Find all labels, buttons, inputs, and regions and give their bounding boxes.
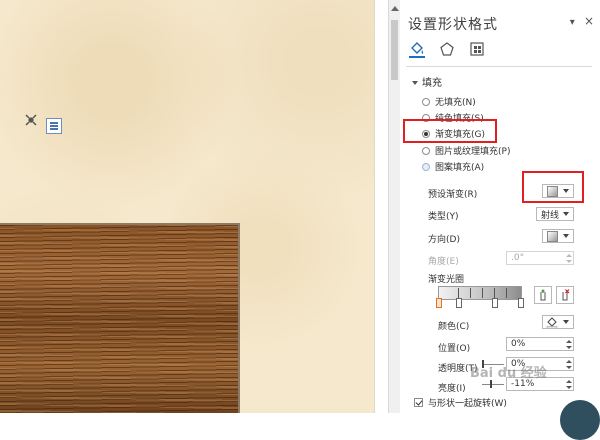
pane-options-icon[interactable]: ▾ (570, 17, 575, 28)
size-properties-icon[interactable] (468, 40, 486, 58)
fill-section-header[interactable]: 填充 (412, 74, 442, 89)
chevron-down-icon (563, 234, 569, 238)
paint-bucket-icon (546, 316, 558, 328)
brightness-slider-thumb[interactable] (490, 380, 492, 388)
type-dropdown[interactable]: 射线 (536, 207, 574, 221)
gradient-stop[interactable] (456, 298, 462, 308)
format-shape-pane: 设置形状格式 ▾ × 填充 无填充(N) 纯色填充(S) 渐变填充(G) 图片或… (400, 0, 600, 413)
gradient-stops-bar[interactable] (438, 286, 522, 300)
checkbox-box (414, 398, 423, 407)
stop-tick (482, 288, 483, 298)
no-fill-radio[interactable]: 无填充(N) (422, 95, 476, 108)
pane-title: 设置形状格式 (408, 17, 498, 33)
remove-stop-icon[interactable] (556, 286, 574, 304)
chevron-down-icon (563, 212, 569, 216)
pane-divider (406, 66, 592, 67)
stop-tick (494, 288, 495, 298)
wood-texture-shape[interactable] (0, 223, 240, 413)
type-label: 类型(Y) (428, 212, 459, 222)
pentagon-icon[interactable] (438, 40, 456, 58)
brightness-slider-track[interactable] (482, 384, 504, 385)
radio-dot (422, 146, 430, 155)
shape-anchor-icon[interactable] (25, 114, 37, 126)
collapse-triangle-icon (412, 81, 418, 85)
gradient-stop-selected[interactable] (436, 298, 442, 308)
radio-dot (422, 162, 430, 171)
spinner-arrows-icon[interactable] (565, 378, 573, 390)
color-dropdown[interactable] (542, 315, 574, 329)
corner-decoration (560, 400, 600, 440)
brightness-label: 亮度(I) (438, 384, 466, 394)
radio-dot (422, 97, 430, 106)
add-stop-icon[interactable] (534, 286, 552, 304)
spinner-arrows-icon[interactable] (565, 338, 573, 350)
highlight-preset-gradient (522, 171, 584, 203)
layout-options-icon[interactable] (46, 118, 62, 134)
direction-swatch-icon (547, 230, 558, 242)
rotate-with-shape-checkbox[interactable]: 与形状一起旋转(W) (414, 396, 507, 409)
vertical-scrollbar[interactable] (388, 0, 400, 413)
angle-spinner: .0° (506, 251, 574, 265)
spinner-arrows-icon (565, 252, 573, 264)
scroll-up-icon[interactable] (391, 6, 399, 11)
picture-texture-fill-radio[interactable]: 图片或纹理填充(P) (422, 144, 510, 157)
gradient-stop[interactable] (492, 298, 498, 308)
watermark: Bai du 经验 (470, 366, 547, 381)
spinner-arrows-icon[interactable] (565, 358, 573, 370)
scroll-thumb[interactable] (391, 20, 398, 80)
paint-bucket-icon[interactable] (408, 40, 426, 58)
stop-tick (470, 288, 471, 298)
gradient-stop[interactable] (518, 298, 524, 308)
page-edge (374, 0, 388, 413)
pane-tools: ▾ × (564, 14, 594, 28)
highlight-gradient-fill (403, 119, 497, 143)
gradient-stops-label: 渐变光圈 (428, 275, 465, 285)
pattern-fill-radio[interactable]: 图案填充(A) (422, 160, 484, 173)
position-label: 位置(O) (438, 344, 471, 354)
position-spinner[interactable]: 0% (506, 337, 574, 351)
preset-gradient-label: 预设渐变(R) (428, 190, 478, 200)
chevron-down-icon (563, 320, 569, 324)
stop-tick (506, 288, 507, 298)
angle-label: 角度(E) (428, 257, 459, 267)
direction-dropdown[interactable] (542, 229, 574, 243)
document-canvas (0, 0, 388, 413)
direction-label: 方向(D) (428, 235, 460, 245)
pane-close-icon[interactable]: × (584, 14, 594, 28)
stop-tick (458, 288, 459, 298)
color-label: 颜色(C) (438, 322, 470, 332)
